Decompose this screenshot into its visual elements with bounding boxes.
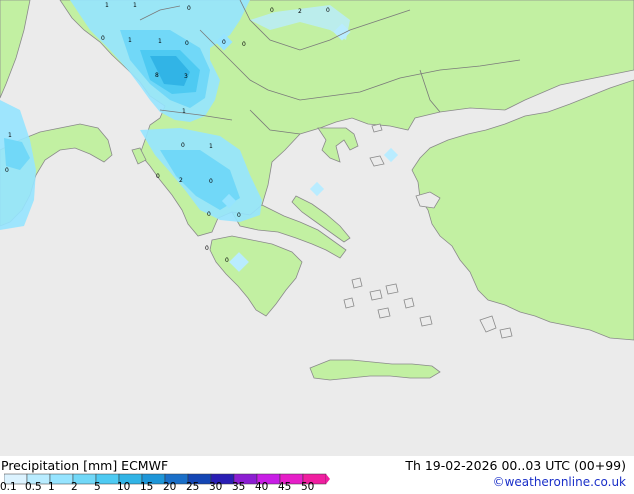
scale-tick-label: 20 xyxy=(163,481,177,493)
scale-tick-label: 10 xyxy=(117,481,131,493)
footer-bar: Precipitation [mm] ECMWF Th 19-02-2026 0… xyxy=(0,456,634,493)
credit-link[interactable]: ©weatheronline.co.uk xyxy=(493,475,626,489)
scale-tick-label: 5 xyxy=(94,481,101,493)
scale-tick-label: 2 xyxy=(71,481,78,493)
value-label: 1 xyxy=(209,143,213,150)
precipitation-map: 1 1 0 0 2 0 0 1 1 0 0 0 8 3 1 1 0 1 0 0 … xyxy=(0,0,634,456)
value-label: 1 xyxy=(8,132,12,139)
value-label: 0 xyxy=(5,167,9,174)
value-label: 0 xyxy=(207,211,211,218)
value-label: 0 xyxy=(242,41,246,48)
value-label: 1 xyxy=(133,2,137,9)
map-title: Precipitation [mm] ECMWF xyxy=(1,458,169,473)
value-label: 0 xyxy=(326,7,330,14)
value-label: 1 xyxy=(105,2,109,9)
value-label: 0 xyxy=(225,257,229,264)
scale-tick-label: 50 xyxy=(301,481,315,493)
map-viewer: 1 1 0 0 2 0 0 1 1 0 0 0 8 3 1 1 0 1 0 0 … xyxy=(0,0,634,493)
scale-tick-label: 0.5 xyxy=(25,481,42,493)
value-label: 1 xyxy=(182,108,186,115)
scale-arrow xyxy=(326,474,330,484)
value-label: 2 xyxy=(298,8,302,15)
scale-tick-label: 15 xyxy=(140,481,154,493)
scale-tick-label: 45 xyxy=(278,481,292,493)
value-label: 0 xyxy=(270,7,274,14)
value-label: 3 xyxy=(184,73,188,80)
value-label: 1 xyxy=(128,37,132,44)
value-label: 0 xyxy=(101,35,105,42)
value-label: 2 xyxy=(179,177,183,184)
validity-time: Th 19-02-2026 00..03 UTC (00+99) xyxy=(405,458,626,473)
scale-tick-label: 1 xyxy=(48,481,55,493)
scale-ticks: 0.1 0.5 1 2 5 10 15 20 25 30 35 40 45 50 xyxy=(0,481,330,494)
scale-tick-label: 25 xyxy=(186,481,200,493)
value-label: 0 xyxy=(205,245,209,252)
value-label: 0 xyxy=(187,5,191,12)
scale-tick-label: 40 xyxy=(255,481,269,493)
scale-tick-label: 30 xyxy=(209,481,223,493)
value-label: 0 xyxy=(237,212,241,219)
value-label: 8 xyxy=(155,72,159,79)
value-label: 0 xyxy=(185,40,189,47)
value-label: 0 xyxy=(156,173,160,180)
scale-tick-label: 0.1 xyxy=(0,481,17,493)
value-label: 0 xyxy=(222,39,226,46)
value-label: 1 xyxy=(158,38,162,45)
value-label: 0 xyxy=(209,178,213,185)
scale-tick-label: 35 xyxy=(232,481,246,493)
value-label: 0 xyxy=(181,142,185,149)
